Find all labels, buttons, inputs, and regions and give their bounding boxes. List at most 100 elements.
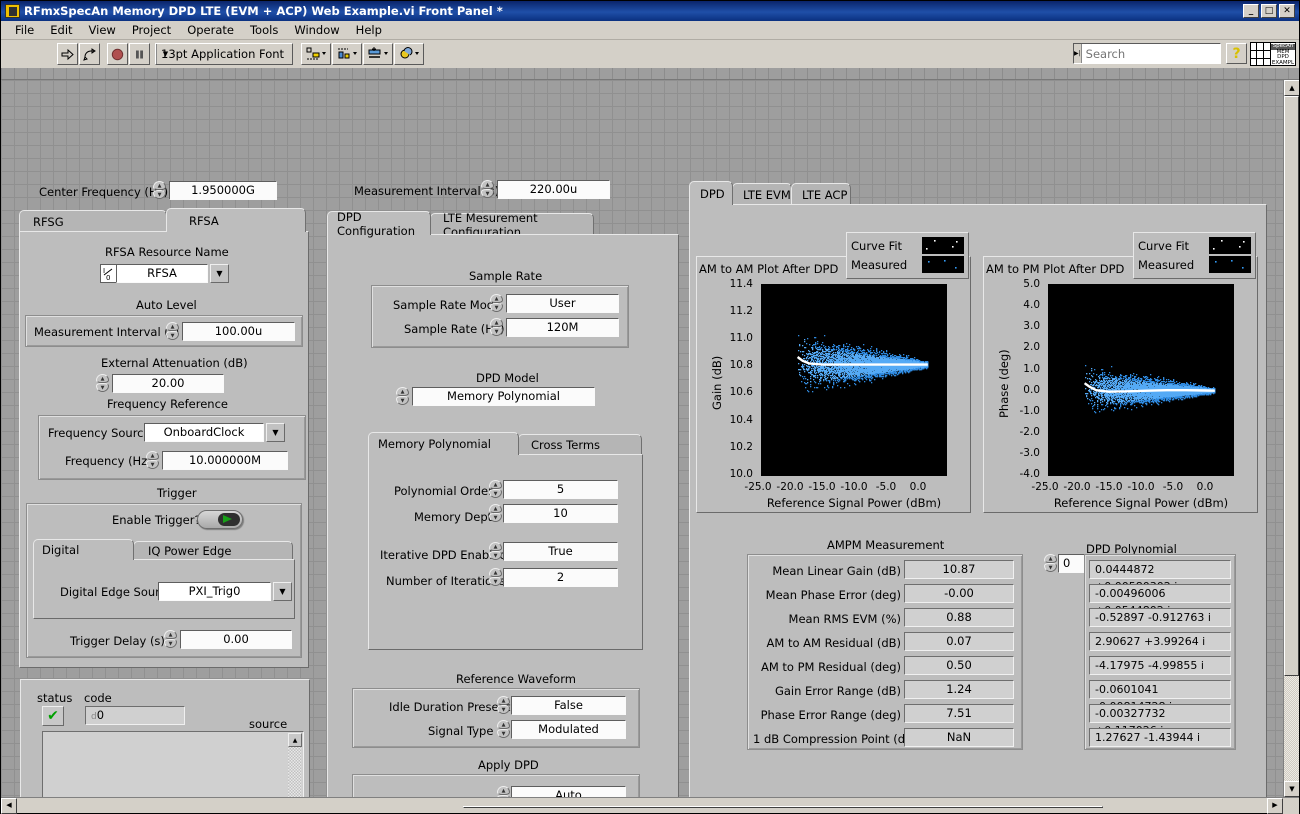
headroom-mode-stepper[interactable]: ▲▼	[497, 786, 510, 797]
digital-edge-source-ring[interactable]: PXI_Trig0 ▼	[158, 582, 292, 601]
stepper-down-icon[interactable]: ▼	[490, 303, 503, 312]
stepper-down-icon[interactable]: ▼	[1044, 563, 1057, 572]
distribute-objects-button[interactable]	[332, 43, 362, 65]
dpd-polynomial-index-stepper[interactable]: ▲ ▼	[1044, 554, 1057, 573]
stepper-down-icon[interactable]: ▼	[490, 327, 503, 336]
stepper-up-icon[interactable]: ▲	[490, 294, 503, 303]
stepper-up-icon[interactable]: ▲	[164, 630, 177, 639]
number-of-iterations-stepper[interactable]: ▲ ▼	[489, 568, 502, 587]
stepper-up-icon[interactable]: ▲	[153, 181, 166, 190]
align-objects-button[interactable]	[301, 43, 331, 65]
frequency-stepper[interactable]: ▲ ▼	[146, 451, 159, 470]
reorder-objects-button[interactable]	[394, 43, 424, 65]
stepper-up-icon[interactable]: ▲	[96, 374, 109, 383]
chevron-down-icon[interactable]: ▼	[273, 582, 292, 601]
tab-rfsg[interactable]: RFSG	[19, 210, 167, 232]
menu-item-project[interactable]: Project	[124, 21, 179, 39]
menu-item-operate[interactable]: Operate	[179, 21, 242, 39]
panel-vertical-scrollbar[interactable]: ▲ ▼	[1283, 80, 1299, 797]
memory-depth-stepper[interactable]: ▲ ▼	[489, 504, 502, 523]
run-button[interactable]	[57, 43, 78, 65]
abort-execution-button[interactable]	[107, 43, 128, 65]
menu-item-help[interactable]: Help	[348, 21, 390, 39]
dpd-model-input[interactable]: Memory Polynomial	[412, 387, 595, 406]
error-source-scrollbar[interactable]: ▲ ▼	[288, 733, 302, 797]
menu-item-tools[interactable]: Tools	[242, 21, 286, 39]
stepper-up-icon[interactable]: ▲	[146, 451, 159, 460]
rfsa-resource-name-value[interactable]: RFSA	[116, 264, 208, 283]
measurement-interval-stepper[interactable]: ▲ ▼	[481, 180, 494, 199]
tab-memory-polynomial[interactable]: Memory Polynomial	[368, 432, 519, 455]
search-box[interactable]: ▶|	[1073, 43, 1234, 64]
signal-type-stepper[interactable]: ▲ ▼	[497, 720, 510, 739]
legend-swatch-curve-fit[interactable]	[922, 237, 964, 254]
frequency-source-value[interactable]: OnboardClock	[144, 423, 264, 442]
error-source-text[interactable]: ▲ ▼	[42, 731, 304, 797]
auto-level-measurement-interval-input[interactable]: 100.00u	[182, 322, 295, 341]
stepper-up-icon[interactable]: ▲	[481, 180, 494, 189]
tab-lte-acp[interactable]: LTE ACP	[791, 183, 851, 205]
scroll-up-icon[interactable]: ▲	[1284, 80, 1299, 96]
scroll-down-icon[interactable]: ▼	[1284, 781, 1299, 797]
menu-item-view[interactable]: View	[81, 21, 124, 39]
stepper-down-icon[interactable]: ▼	[146, 460, 159, 469]
vertical-scroll-thumb[interactable]	[1284, 96, 1299, 676]
pause-button[interactable]	[129, 43, 150, 65]
tab-cross-terms[interactable]: Cross Terms	[518, 434, 642, 455]
stepper-down-icon[interactable]: ▼	[396, 396, 409, 405]
stepper-up-icon[interactable]: ▲	[490, 318, 503, 327]
search-input[interactable]	[1081, 45, 1234, 62]
tab-lte-evm[interactable]: LTE EVM	[732, 183, 792, 205]
sample-rate-mode-stepper[interactable]: ▲ ▼	[490, 294, 503, 313]
help-button[interactable]: ?	[1226, 43, 1247, 64]
tab-iq-power-edge[interactable]: IQ Power Edge	[133, 541, 293, 560]
number-of-iterations-input[interactable]: 2	[503, 568, 618, 587]
stepper-down-icon[interactable]: ▼	[497, 729, 510, 738]
idle-duration-present-stepper[interactable]: ▲ ▼	[497, 696, 510, 715]
vertical-scroll-track[interactable]	[1284, 96, 1299, 781]
stepper-up-icon[interactable]: ▲	[497, 720, 510, 729]
minimize-button[interactable]: _	[1243, 4, 1259, 18]
am-to-pm-plot-area[interactable]	[1048, 284, 1234, 476]
memory-depth-input[interactable]: 10	[503, 504, 618, 523]
external-attenuation-stepper[interactable]: ▲ ▼	[96, 374, 109, 393]
trigger-delay-stepper[interactable]: ▲ ▼	[164, 630, 177, 649]
iterative-dpd-enabled-stepper[interactable]: ▲ ▼	[489, 542, 502, 561]
menu-item-window[interactable]: Window	[286, 21, 347, 39]
legend-swatch-curve-fit[interactable]	[1209, 237, 1251, 254]
sample-rate-input[interactable]: 120M	[506, 318, 619, 337]
stepper-down-icon[interactable]: ▼	[481, 189, 494, 198]
close-button[interactable]: ✕	[1279, 4, 1295, 18]
sample-rate-stepper[interactable]: ▲ ▼	[490, 318, 503, 337]
stepper-down-icon[interactable]: ▼	[497, 705, 510, 714]
auto-level-measurement-interval-stepper[interactable]: ▲ ▼	[166, 322, 179, 341]
stepper-down-icon[interactable]: ▼	[96, 383, 109, 392]
scroll-left-icon[interactable]: ◀	[1, 797, 17, 814]
polynomial-order-input[interactable]: 5	[503, 480, 618, 499]
horizontal-scroll-thumb[interactable]	[463, 805, 1103, 808]
center-frequency-stepper[interactable]: ▲ ▼	[153, 181, 166, 200]
stepper-down-icon[interactable]: ▼	[489, 489, 502, 498]
stepper-down-icon[interactable]: ▼	[489, 513, 502, 522]
trigger-delay-input[interactable]: 0.00	[180, 630, 292, 649]
vi-icon-preview[interactable]: SpecAn MEM DPD EXAMPL	[1250, 42, 1296, 66]
frequency-source-ring[interactable]: OnboardClock ▼	[144, 423, 285, 442]
stepper-up-icon[interactable]: ▲	[497, 786, 510, 795]
stepper-down-icon[interactable]: ▼	[166, 331, 179, 340]
sample-rate-mode-input[interactable]: User	[506, 294, 619, 313]
stepper-up-icon[interactable]: ▲	[497, 696, 510, 705]
menu-item-edit[interactable]: Edit	[42, 21, 80, 39]
external-attenuation-input[interactable]: 20.00	[112, 374, 224, 393]
stepper-up-icon[interactable]: ▲	[489, 480, 502, 489]
stepper-down-icon[interactable]: ▼	[164, 639, 177, 648]
tab-dpd-configuration[interactable]: DPD Configuration	[327, 210, 431, 238]
legend-swatch-measured[interactable]	[1209, 256, 1251, 273]
panel-horizontal-scrollbar[interactable]: ◀ ▶	[1, 797, 1299, 814]
stepper-up-icon[interactable]: ▲	[166, 322, 179, 331]
dpd-model-stepper[interactable]: ▲ ▼	[396, 387, 409, 406]
chevron-down-icon[interactable]: ▼	[266, 423, 285, 442]
headroom-mode-input[interactable]: Auto	[511, 786, 626, 797]
stepper-down-icon[interactable]: ▼	[497, 795, 510, 797]
rfsa-resource-name-ring[interactable]: I0 RFSA ▼	[100, 264, 229, 283]
stepper-up-icon[interactable]: ▲	[396, 387, 409, 396]
